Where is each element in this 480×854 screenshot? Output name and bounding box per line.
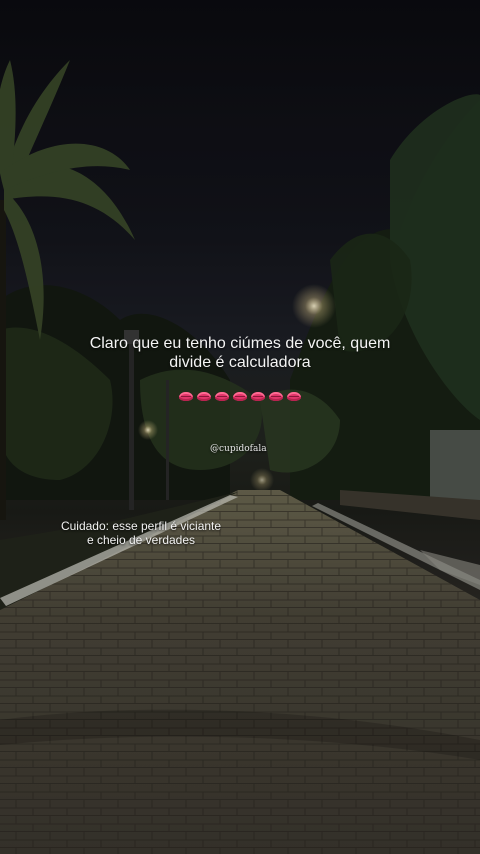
quote-line-1: Claro que eu tenho ciúmes de você, quem — [89, 335, 391, 352]
lips-icon — [269, 392, 283, 401]
park-path-scene — [0, 0, 480, 854]
warning-line-2: e cheio de verdades — [86, 533, 196, 547]
warning-line-1: Cuidado: esse perfil é viciante — [60, 519, 222, 533]
quote-line-2: divide é calculadora — [169, 354, 311, 371]
warning-text: Cuidado: esse perfil é viciante e cheio … — [56, 519, 226, 547]
lips-icon — [179, 392, 193, 401]
lips-icon — [197, 392, 211, 401]
creator-handle: @cupidofala — [210, 444, 267, 454]
lips-icon — [251, 392, 265, 401]
quote-caption: Claro que eu tenho ciúmes de você, quem … — [40, 334, 440, 372]
lips-icon — [233, 392, 247, 401]
lips-emoji-row — [0, 389, 480, 405]
lips-icon — [287, 392, 301, 401]
lips-icon — [215, 392, 229, 401]
background-photo: Claro que eu tenho ciúmes de você, quem … — [0, 0, 480, 854]
